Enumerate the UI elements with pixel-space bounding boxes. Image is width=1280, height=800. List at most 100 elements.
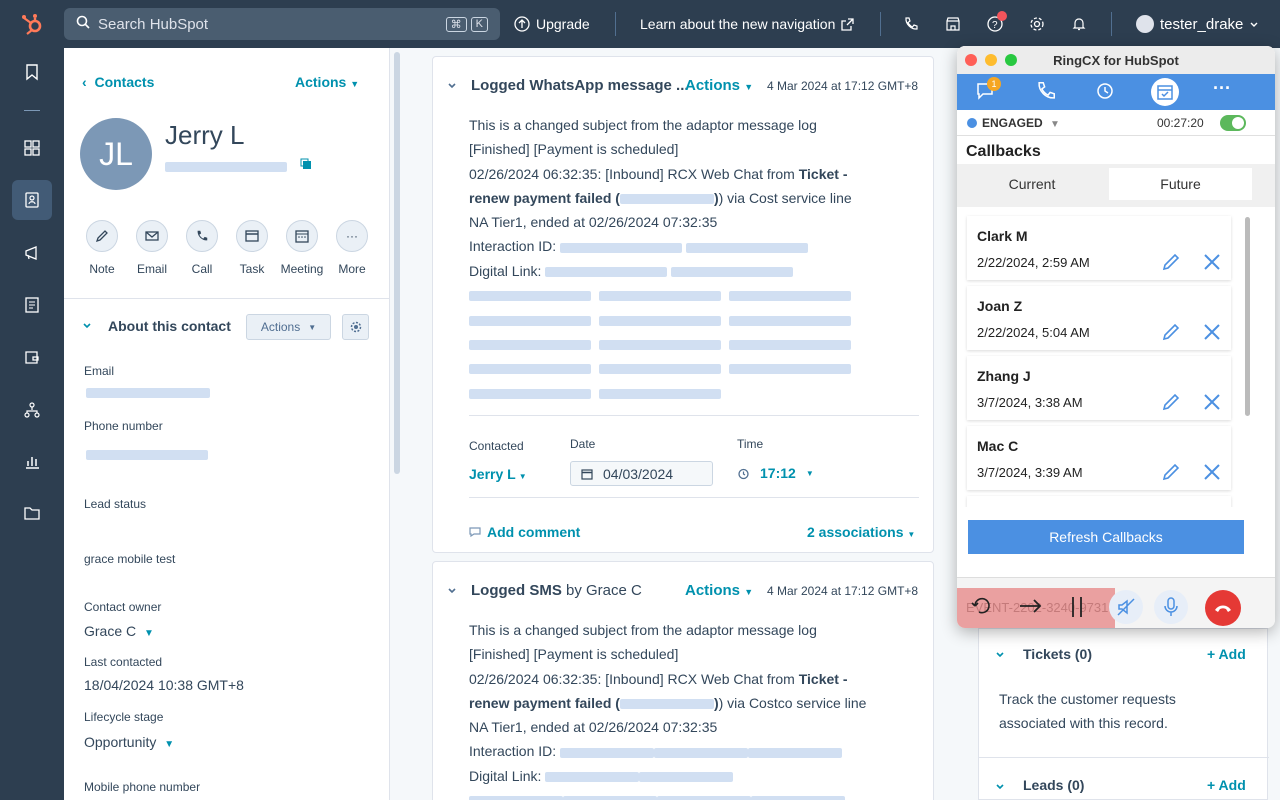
transfer-icon[interactable]: [971, 596, 993, 616]
list-item[interactable]: Joan Z 2/22/2024, 5:04 AM: [967, 286, 1231, 350]
ringcx-title-bar: RingCX for HubSpot: [957, 46, 1275, 74]
chevron-down-icon[interactable]: [447, 586, 457, 596]
tab-current[interactable]: Current: [967, 168, 1097, 200]
marketing-megaphone-icon[interactable]: [12, 233, 52, 273]
call-timer: 00:27:20: [1157, 115, 1204, 130]
library-folder-icon[interactable]: [12, 493, 52, 533]
hubspot-logo-icon[interactable]: [0, 0, 64, 48]
learn-new-navigation-link[interactable]: Learn about the new navigation: [640, 0, 855, 48]
contact-actions-dropdown[interactable]: Actions ▼: [295, 74, 359, 90]
commerce-wallet-icon[interactable]: [12, 337, 52, 377]
more-action[interactable]: ··· More: [327, 220, 377, 276]
edit-pencil-icon[interactable]: [1161, 392, 1181, 412]
chevron-down-icon[interactable]: [995, 647, 1005, 665]
content-icon[interactable]: [12, 285, 52, 325]
delete-x-icon[interactable]: [1203, 323, 1221, 341]
activity-title[interactable]: Logged SMS by Grace C: [471, 582, 642, 599]
back-to-contacts-link[interactable]: ‹ Contacts: [82, 74, 154, 90]
sms-activity-card: Logged SMS by Grace C Actions ▼ 4 Mar 20…: [432, 561, 934, 800]
delete-x-icon[interactable]: [1203, 393, 1221, 411]
chevron-down-icon[interactable]: [447, 81, 457, 91]
callbacks-scrollbar[interactable]: [1245, 217, 1250, 416]
edit-pencil-icon[interactable]: [1161, 462, 1181, 482]
search-placeholder: Search HubSpot: [98, 15, 209, 33]
call-action[interactable]: Call: [177, 220, 227, 276]
date-input[interactable]: 04/03/2024: [570, 461, 713, 486]
chevron-down-icon[interactable]: [82, 318, 92, 336]
hang-up-button[interactable]: [1205, 590, 1241, 626]
settings-gear-icon[interactable]: [1029, 0, 1045, 48]
more-dots-icon[interactable]: ···: [1213, 78, 1231, 99]
forward-arrow-icon[interactable]: [1019, 598, 1043, 614]
workspaces-icon[interactable]: [12, 128, 52, 168]
chevron-down-icon: [1250, 22, 1258, 27]
about-actions-button[interactable]: Actions ▼: [246, 314, 331, 340]
sidebar-scrollbar[interactable]: [390, 48, 404, 800]
help-icon[interactable]: ?: [986, 0, 1007, 48]
list-item[interactable]: Mac C 3/7/2024, 3:39 AM: [967, 426, 1231, 490]
phone-icon[interactable]: [1035, 80, 1057, 107]
agent-status-dropdown[interactable]: ENGAGED ▼: [982, 116, 1060, 130]
crm-contacts-icon[interactable]: [12, 180, 52, 220]
callbacks-calendar-icon[interactable]: [1151, 78, 1179, 106]
copy-icon[interactable]: [300, 157, 312, 175]
add-comment-button[interactable]: Add comment: [469, 524, 580, 540]
automation-icon[interactable]: [12, 390, 52, 430]
history-icon[interactable]: [1094, 80, 1116, 107]
delete-x-icon[interactable]: [1203, 463, 1221, 481]
hang-up-phone-icon: [1215, 605, 1231, 612]
mute-speaker-icon[interactable]: [1109, 590, 1143, 624]
email-action[interactable]: Email: [127, 220, 177, 276]
reporting-chart-icon[interactable]: [12, 441, 52, 481]
phone-value-redacted[interactable]: [86, 446, 208, 464]
note-icon: [86, 220, 118, 252]
user-menu[interactable]: tester_drake: [1136, 0, 1259, 48]
email-value-redacted[interactable]: [86, 384, 210, 402]
contacted-dropdown[interactable]: Jerry L ▼: [469, 466, 527, 482]
bookmarks-icon[interactable]: [12, 52, 52, 92]
contact-subtitle-redacted: [165, 158, 287, 176]
task-action[interactable]: Task: [227, 220, 277, 276]
date-label: Date: [570, 437, 596, 451]
marketplace-icon[interactable]: [945, 0, 961, 48]
edit-pencil-icon[interactable]: [1161, 252, 1181, 272]
notifications-bell-icon[interactable]: [1071, 0, 1087, 48]
about-settings-gear-icon[interactable]: [342, 314, 369, 340]
minimize-window-icon[interactable]: [985, 54, 997, 66]
associations-dropdown[interactable]: 2 associations ▼: [807, 524, 915, 540]
lifecycle-stage-dropdown[interactable]: Opportunity ▼: [84, 734, 174, 750]
add-lead-button[interactable]: + Add: [1207, 777, 1246, 793]
lead-status-value[interactable]: grace mobile test: [84, 552, 175, 566]
delete-x-icon[interactable]: [1203, 253, 1221, 271]
global-search-input[interactable]: Search HubSpot ⌘ K: [64, 8, 500, 40]
meeting-action[interactable]: Meeting: [277, 220, 327, 276]
tab-future[interactable]: Future: [1109, 168, 1252, 200]
microphone-icon[interactable]: [1154, 590, 1188, 624]
refresh-callbacks-button[interactable]: Refresh Callbacks: [968, 520, 1244, 554]
maximize-window-icon[interactable]: [1005, 54, 1017, 66]
hold-pause-icon[interactable]: [1069, 595, 1085, 619]
activity-timeline: Logged WhatsApp message ... Actions ▼ 4 …: [404, 48, 954, 800]
card-actions-dropdown[interactable]: Actions ▼: [685, 582, 753, 599]
status-toggle[interactable]: [1220, 114, 1246, 131]
contact-owner-dropdown[interactable]: Grace C ▼: [84, 623, 154, 639]
upgrade-button[interactable]: Upgrade: [514, 0, 590, 48]
activity-title[interactable]: Logged WhatsApp message ...: [471, 77, 689, 94]
right-sidebar: Tickets (0) + Add Track the customer req…: [978, 628, 1269, 800]
list-item[interactable]: [967, 496, 1231, 507]
edit-pencil-icon[interactable]: [1161, 322, 1181, 342]
time-dropdown[interactable]: 17:12 ▼: [737, 465, 814, 481]
note-action[interactable]: Note: [77, 220, 127, 276]
calling-icon[interactable]: [903, 0, 919, 48]
close-window-icon[interactable]: [965, 54, 977, 66]
ringcx-window: RingCX for HubSpot 1 ··· ENGAGED ▼ 00:27…: [957, 46, 1275, 628]
add-ticket-button[interactable]: + Add: [1207, 646, 1246, 662]
chevron-down-icon[interactable]: [995, 779, 1005, 797]
card-actions-dropdown[interactable]: Actions ▼: [685, 77, 753, 94]
list-item[interactable]: Zhang J 3/7/2024, 3:38 AM: [967, 356, 1231, 420]
activity-date: 4 Mar 2024 at 17:12 GMT+8: [767, 584, 919, 598]
notification-dot: [997, 11, 1007, 21]
messages-badge: 1: [987, 77, 1001, 91]
list-item[interactable]: Clark M 2/22/2024, 2:59 AM: [967, 216, 1231, 280]
callback-name: Mac C: [977, 438, 1019, 454]
